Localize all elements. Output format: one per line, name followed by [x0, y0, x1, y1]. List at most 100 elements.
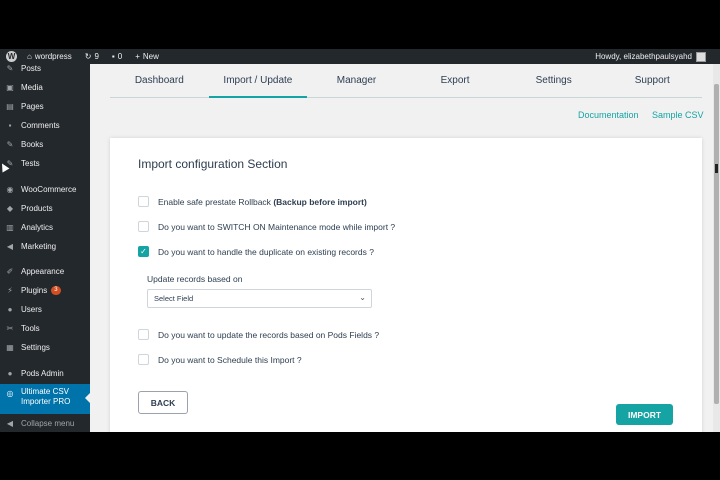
- sidebar-item-tools[interactable]: ✂ Tools: [0, 320, 90, 336]
- sidebar-item-tests[interactable]: ✎ Tests: [0, 155, 90, 171]
- my-account-link[interactable]: Howdy, elizabethpaulsyahd: [595, 49, 706, 64]
- collapse-menu-button[interactable]: ◀ Collapse menu: [0, 415, 90, 431]
- sidebar-item-label: Comments: [21, 120, 60, 130]
- sidebar-item-label: WooCommerce: [21, 184, 77, 194]
- option-label: Do you want to handle the duplicate on e…: [158, 246, 374, 257]
- sidebar-item-posts[interactable]: ✎ Posts: [0, 60, 90, 76]
- sidebar-item-label: Appearance: [21, 266, 65, 276]
- option-schedule-import[interactable]: Do you want to Schedule this Import ?: [138, 354, 302, 365]
- woocommerce-icon: ◉: [6, 184, 14, 194]
- sidebar-item-pages[interactable]: ▤ Pages: [0, 98, 90, 114]
- option-pods-fields[interactable]: Do you want to update the records based …: [138, 329, 379, 340]
- option-label: Do you want to update the records based …: [158, 329, 380, 340]
- csv-importer-icon: ◎: [6, 389, 14, 398]
- sidebar-item-label: Settings: [21, 342, 50, 352]
- sidebar-item-label: Marketing: [21, 241, 57, 251]
- update-based-on-label: Update records based on: [147, 274, 243, 284]
- option-label: Enable safe prestate Rollback (Backup be…: [158, 197, 367, 207]
- main-content: Dashboard Import / Update Manager Export…: [90, 64, 720, 432]
- updates-count: 9: [94, 52, 99, 61]
- option-handle-duplicate[interactable]: ✓ Do you want to handle the duplicate on…: [138, 246, 374, 257]
- sidebar-item-label: Ultimate CSV Importer PRO: [21, 387, 71, 406]
- admin-sidebar: ✎ Posts ▣ Media ▤ Pages ▪ Comments ✎ Boo…: [0, 64, 90, 432]
- sidebar-item-plugins[interactable]: ⚡ Plugins 3: [0, 282, 90, 298]
- sidebar-item-analytics[interactable]: ▥ Analytics: [0, 219, 90, 235]
- megaphone-icon: ◀: [6, 241, 14, 251]
- pods-icon: ●: [7, 368, 13, 378]
- analytics-icon: ▥: [6, 222, 14, 232]
- sidebar-item-label: Plugins: [21, 285, 48, 295]
- sidebar-item-users[interactable]: ● Users: [0, 301, 90, 317]
- comments-icon: ▪: [111, 52, 115, 61]
- sidebar-item-media[interactable]: ▣ Media: [0, 79, 90, 95]
- sidebar-item-label: Products: [21, 203, 53, 213]
- schedule-import-checkbox[interactable]: [138, 354, 149, 365]
- checkmark-icon: ✓: [140, 247, 147, 256]
- sidebar-item-label: Collapse menu: [21, 418, 75, 428]
- tab-manager[interactable]: Manager: [307, 64, 406, 97]
- scrollbar[interactable]: [713, 64, 720, 432]
- tab-support[interactable]: Support: [603, 64, 702, 97]
- sidebar-item-label: Analytics: [21, 222, 54, 232]
- sidebar-item-label: Tests: [21, 158, 40, 168]
- sidebar-item-pods-admin[interactable]: ● Pods Admin: [0, 365, 90, 381]
- new-label: New: [142, 52, 159, 61]
- option-label: Do you want to SWITCH ON Maintenance mod…: [158, 221, 396, 232]
- tab-dashboard[interactable]: Dashboard: [110, 64, 209, 97]
- sample-csv-link[interactable]: Sample CSV: [652, 110, 704, 120]
- pages-icon: ▤: [6, 101, 14, 111]
- sidebar-item-label: Pages: [21, 101, 44, 111]
- option-label: Do you want to Schedule this Import ?: [158, 354, 302, 365]
- plugins-update-badge: 3: [51, 285, 61, 295]
- plugin-icon: ⚡: [7, 285, 13, 295]
- tab-export[interactable]: Export: [406, 64, 505, 97]
- option-safe-rollback[interactable]: Enable safe prestate Rollback (Backup be…: [138, 196, 367, 207]
- sidebar-item-marketing[interactable]: ◀ Marketing: [0, 238, 90, 254]
- users-icon: ●: [7, 304, 13, 314]
- settings-icon: ▦: [6, 342, 14, 352]
- chevron-down-icon: ⌄: [359, 293, 366, 302]
- tab-settings[interactable]: Settings: [504, 64, 603, 97]
- safe-rollback-checkbox[interactable]: [138, 196, 149, 207]
- option-text: Enable safe prestate Rollback: [158, 196, 271, 207]
- maintenance-mode-checkbox[interactable]: [138, 221, 149, 232]
- handle-duplicate-checkbox[interactable]: ✓: [138, 246, 149, 257]
- resize-cursor-icon: [715, 164, 718, 173]
- documentation-link[interactable]: Documentation: [578, 110, 639, 120]
- tab-import-update[interactable]: Import / Update: [208, 64, 308, 98]
- option-maintenance-mode[interactable]: Do you want to SWITCH ON Maintenance mod…: [138, 221, 395, 232]
- sidebar-item-products[interactable]: ◆ Products: [0, 200, 90, 216]
- admin-bar: W ⌂ wordpress ↻ 9 ▪ 0 + New Howdy, eliza…: [0, 49, 720, 64]
- update-field-select[interactable]: Select Field ⌄: [147, 289, 372, 308]
- sidebar-item-ultimate-csv-importer[interactable]: ◎ Ultimate CSV Importer PRO: [0, 384, 90, 414]
- brush-icon: ✐: [6, 266, 14, 276]
- wrench-icon: ✂: [6, 323, 14, 333]
- sidebar-item-label: Books: [21, 139, 44, 149]
- products-icon: ◆: [6, 203, 14, 213]
- sidebar-item-appearance[interactable]: ✐ Appearance: [0, 263, 90, 279]
- sidebar-item-label: Tools: [21, 323, 40, 333]
- sidebar-item-woocommerce[interactable]: ◉ WooCommerce: [0, 181, 90, 197]
- pods-fields-checkbox[interactable]: [138, 329, 149, 340]
- sidebar-item-comments[interactable]: ▪ Comments: [0, 117, 90, 133]
- pin-icon: ✎: [6, 139, 14, 149]
- screen: W ⌂ wordpress ↻ 9 ▪ 0 + New Howdy, eliza…: [0, 49, 720, 432]
- comments-icon: ▪: [8, 120, 12, 130]
- import-button[interactable]: IMPORT: [616, 404, 673, 425]
- sidebar-item-label: Users: [21, 304, 42, 314]
- collapse-icon: ◀: [6, 418, 14, 428]
- back-button[interactable]: BACK: [138, 391, 188, 414]
- comments-count: 0: [117, 52, 123, 61]
- tab-bar: Dashboard Import / Update Manager Export…: [110, 64, 702, 98]
- media-icon: ▣: [6, 82, 14, 92]
- sidebar-item-label: Pods Admin: [21, 368, 64, 378]
- sidebar-item-label: Posts: [21, 63, 42, 73]
- avatar: [696, 51, 706, 62]
- howdy-text: Howdy, elizabethpaulsyahd: [595, 52, 692, 61]
- scrollbar-thumb[interactable]: [714, 84, 719, 404]
- comments-link[interactable]: ▪ 0: [109, 49, 122, 64]
- plus-icon: +: [135, 52, 140, 61]
- new-content-link[interactable]: + New: [132, 49, 159, 64]
- sidebar-item-books[interactable]: ✎ Books: [0, 136, 90, 152]
- sidebar-item-settings[interactable]: ▦ Settings: [0, 339, 90, 355]
